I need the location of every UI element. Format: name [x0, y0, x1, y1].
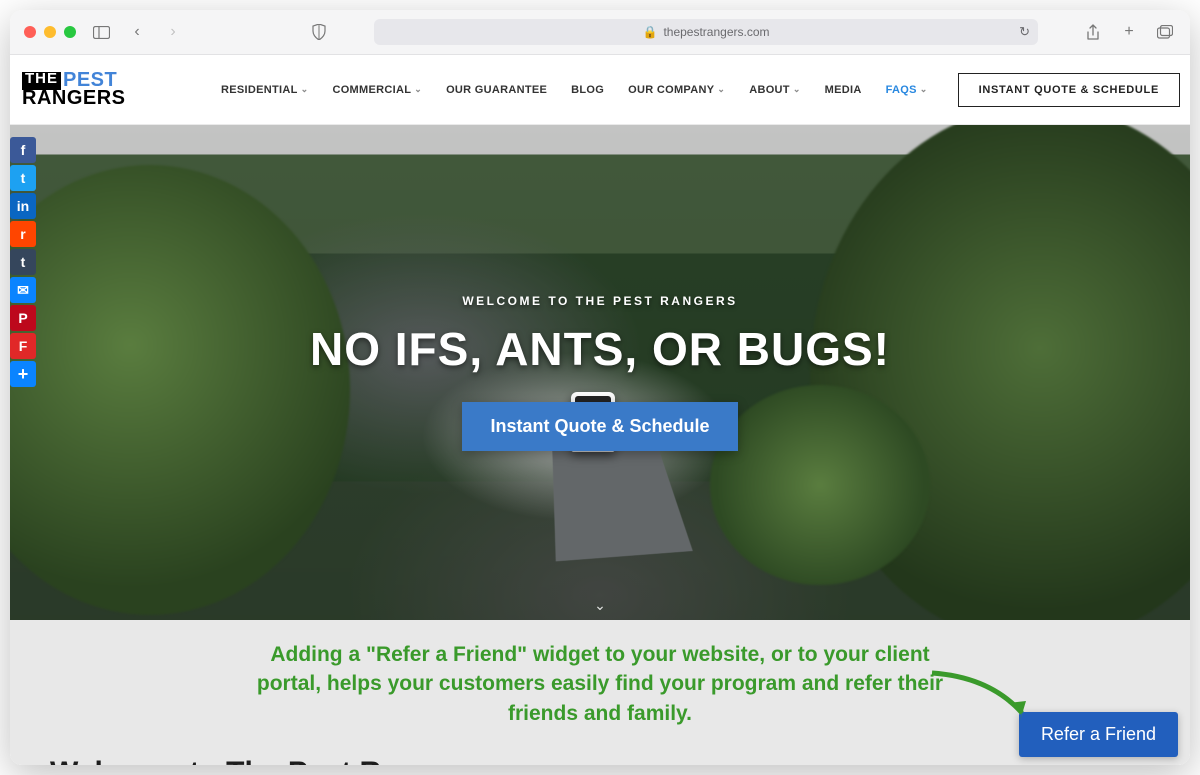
instant-quote-button[interactable]: INSTANT QUOTE & SCHEDULE: [958, 73, 1180, 107]
nav-item-faqs[interactable]: FAQS⌄: [886, 84, 928, 96]
nav-item-commercial[interactable]: COMMERCIAL⌄: [332, 84, 422, 96]
new-tab-icon[interactable]: +: [1118, 21, 1140, 43]
below-fold: Adding a "Refer a Friend" widget to your…: [10, 620, 1190, 765]
lock-icon: 🔒: [642, 25, 657, 39]
social-share-icon[interactable]: +: [10, 361, 36, 387]
hero-section: WELCOME TO THE PEST RANGERS NO IFS, ANTS…: [10, 125, 1190, 620]
nav-item-our-guarantee[interactable]: OUR GUARANTEE: [446, 84, 547, 96]
forward-button[interactable]: ›: [162, 21, 184, 43]
share-icon[interactable]: [1082, 21, 1104, 43]
close-window-button[interactable]: [24, 26, 36, 38]
chevron-down-icon: ⌄: [793, 84, 801, 95]
browser-window: ‹ › 🔒 thepestrangers.com ↻ + THE PEST: [10, 10, 1190, 765]
scroll-down-icon[interactable]: ⌄: [594, 597, 606, 614]
shield-icon[interactable]: [308, 21, 330, 43]
annotation-text: Adding a "Refer a Friend" widget to your…: [240, 640, 960, 728]
nav-menu: RESIDENTIAL⌄ COMMERCIAL⌄ OUR GUARANTEE BLOG…: [221, 84, 928, 96]
url-text: thepestrangers.com: [663, 25, 769, 39]
logo-rangers: RANGERS: [22, 90, 126, 108]
annotation-arrow-icon: [930, 669, 1040, 731]
social-reddit-icon[interactable]: r: [10, 221, 36, 247]
browser-toolbar: ‹ › 🔒 thepestrangers.com ↻ +: [10, 10, 1190, 55]
nav-item-about[interactable]: ABOUT⌄: [749, 84, 800, 96]
hero-headline: NO IFS, ANTS, OR BUGS!: [310, 322, 890, 376]
nav-item-media[interactable]: MEDIA: [825, 84, 862, 96]
social-facebook-icon[interactable]: f: [10, 137, 36, 163]
chevron-down-icon: ⌄: [717, 84, 725, 95]
chevron-down-icon: ⌄: [414, 84, 422, 95]
back-button[interactable]: ‹: [126, 21, 148, 43]
site-logo[interactable]: THE PEST RANGERS: [22, 72, 126, 107]
tabs-overview-icon[interactable]: [1154, 21, 1176, 43]
social-twitter-icon[interactable]: t: [10, 165, 36, 191]
hero-cta-button[interactable]: Instant Quote & Schedule: [462, 402, 737, 451]
sidebar-toggle-icon[interactable]: [90, 21, 112, 43]
social-linkedin-icon[interactable]: in: [10, 193, 36, 219]
social-share-bar: ftinrt✉PF+: [10, 137, 36, 387]
nav-item-residential[interactable]: RESIDENTIAL⌄: [221, 84, 308, 96]
nav-item-our-company[interactable]: OUR COMPANY⌄: [628, 84, 725, 96]
refresh-icon[interactable]: ↻: [1019, 24, 1030, 40]
hero-tree: [710, 385, 930, 585]
maximize-window-button[interactable]: [64, 26, 76, 38]
page-content: THE PEST RANGERS RESIDENTIAL⌄ COMMERCIAL⌄…: [10, 55, 1190, 765]
nav-item-blog[interactable]: BLOG: [571, 84, 604, 96]
section-title: Welcome to The Pest Rangers: [50, 756, 1150, 765]
social-pinterest-icon[interactable]: P: [10, 305, 36, 331]
social-flipboard-icon[interactable]: F: [10, 333, 36, 359]
address-bar[interactable]: 🔒 thepestrangers.com ↻: [374, 19, 1038, 45]
hero-tree: [10, 165, 350, 615]
social-email-icon[interactable]: ✉: [10, 277, 36, 303]
minimize-window-button[interactable]: [44, 26, 56, 38]
chevron-down-icon: ⌄: [920, 84, 928, 95]
traffic-lights: [24, 26, 76, 38]
site-header: THE PEST RANGERS RESIDENTIAL⌄ COMMERCIAL⌄…: [10, 55, 1190, 125]
hero-pretitle: WELCOME TO THE PEST RANGERS: [462, 294, 737, 308]
chevron-down-icon: ⌄: [301, 84, 309, 95]
social-tumblr-icon[interactable]: t: [10, 249, 36, 275]
refer-a-friend-button[interactable]: Refer a Friend: [1019, 712, 1178, 757]
